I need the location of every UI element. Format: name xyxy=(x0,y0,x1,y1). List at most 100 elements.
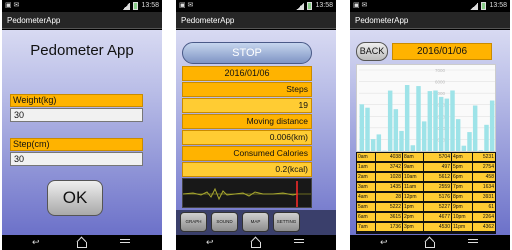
steps-label: Steps xyxy=(182,82,312,97)
steps-value: 19 xyxy=(182,98,312,113)
recent-apps-icon[interactable] xyxy=(468,239,478,246)
distance-label: Moving distance xyxy=(182,114,312,129)
table-hour-cell: 2am xyxy=(357,173,375,181)
clock: 13:58 xyxy=(315,2,333,9)
table-steps-cell: 3742 xyxy=(376,163,402,171)
recent-apps-icon[interactable] xyxy=(294,239,304,246)
table-hour-cell: 9am xyxy=(403,163,423,171)
back-button[interactable]: BACK xyxy=(356,42,388,61)
home-nav-icon[interactable] xyxy=(76,239,87,248)
table-hour-cell: 8am xyxy=(403,153,423,161)
chart-bar xyxy=(359,104,365,151)
home-nav-icon[interactable] xyxy=(424,239,435,248)
app-titlebar: PedometerApp xyxy=(350,12,510,29)
chart-bar xyxy=(450,90,455,151)
hourly-steps-table: 0am 4038 8am 5704 4pm 5231 1am 3742 9am 497 5pm 275… xyxy=(356,152,496,234)
screen-settings: ▣ ✉ 13:58 PedometerApp Pedometer App Wei… xyxy=(2,0,162,250)
calories-label: Consumed Calories xyxy=(182,146,312,161)
home-nav-icon[interactable] xyxy=(250,239,261,248)
chart-bar xyxy=(461,145,467,151)
chart-bar xyxy=(370,139,376,151)
table-hour-cell: 7am xyxy=(357,223,375,231)
table-hour-cell: 5am xyxy=(357,203,375,211)
table-hour-cell: 5pm xyxy=(452,163,472,171)
table-hour-cell: 6am xyxy=(357,213,375,221)
table-hour-cell: 10pm xyxy=(452,213,472,221)
app-titlebar: PedometerApp xyxy=(2,12,162,29)
tab-graph[interactable]: GRAPH xyxy=(180,212,207,232)
chart-bar xyxy=(433,90,438,151)
status-icons: 13:58 xyxy=(296,0,333,12)
chart-bar xyxy=(489,100,495,151)
chart-bar xyxy=(410,145,416,151)
table-hour-cell: 2pm xyxy=(403,213,423,221)
battery-icon xyxy=(307,2,313,10)
table-hour-cell: 7pm xyxy=(452,183,472,191)
stop-button[interactable]: STOP xyxy=(182,42,312,64)
tab-sound[interactable]: SOUND xyxy=(211,212,238,232)
weight-label: Weight(kg) xyxy=(10,94,143,107)
status-bar: ▣ ✉ 13:58 xyxy=(176,0,336,12)
table-steps-cell: 5176 xyxy=(424,193,451,201)
back-nav-icon[interactable]: ↩ xyxy=(32,238,40,247)
table-steps-cell: 5231 xyxy=(473,153,495,161)
chart-bar xyxy=(427,91,433,151)
history-date: 2016/01/06 xyxy=(392,43,492,60)
date-display: 2016/01/06 xyxy=(182,66,312,81)
table-hour-cell: 10am xyxy=(403,173,423,181)
tab-setting[interactable]: SETTING xyxy=(273,212,300,232)
chart-bar xyxy=(365,107,370,151)
chart-bar xyxy=(455,119,461,151)
table-steps-cell: 5222 xyxy=(376,203,402,211)
history-panel: BACK 2016/01/06 700060005000400030002000… xyxy=(350,30,510,235)
tab-bar: GRAPH SOUND MAP SETTING xyxy=(176,210,336,235)
chart-svg: 7000600050004000300020001000 xyxy=(359,68,495,152)
table-hour-cell: 4am xyxy=(357,193,375,201)
table-hour-cell: 11pm xyxy=(452,223,472,231)
notification-icons: ▣ ✉ xyxy=(353,2,368,9)
sensor-waveform xyxy=(182,178,312,208)
table-steps-cell: 4677 xyxy=(424,213,451,221)
clock: 13:58 xyxy=(141,2,159,9)
status-icons: 13:58 xyxy=(470,0,507,12)
nav-bar: ↩ xyxy=(350,235,510,250)
status-bar: ▣ ✉ 13:58 xyxy=(350,0,510,12)
table-hour-cell: 3pm xyxy=(403,223,423,231)
chart-bar xyxy=(393,109,399,151)
table-hour-cell: 1am xyxy=(357,163,375,171)
ok-button[interactable]: OK xyxy=(47,180,103,216)
table-steps-cell: 458 xyxy=(473,173,495,181)
y-tick-label: 6000 xyxy=(435,80,446,85)
screen-history: ▣ ✉ 13:58 PedometerApp BACK 2016/01/06 7… xyxy=(350,0,510,250)
table-steps-cell: 28 xyxy=(376,193,402,201)
chart-bar xyxy=(472,105,478,151)
step-input[interactable]: 30 xyxy=(10,152,143,166)
table-steps-cell: 1028 xyxy=(376,173,402,181)
table-hour-cell: 1pm xyxy=(403,203,423,211)
tab-map[interactable]: MAP xyxy=(242,212,269,232)
chart-bar xyxy=(438,96,444,151)
distance-value: 0.006(km) xyxy=(182,130,312,145)
table-hour-cell: 4pm xyxy=(452,153,472,161)
chart-bar xyxy=(387,90,393,151)
clock: 13:58 xyxy=(489,2,507,9)
step-label: Step(cm) xyxy=(10,138,143,151)
weight-input[interactable]: 30 xyxy=(10,108,143,122)
table-steps-cell: 4362 xyxy=(473,223,495,231)
back-nav-icon[interactable]: ↩ xyxy=(380,238,388,247)
chart-bar xyxy=(484,124,489,151)
recent-apps-icon[interactable] xyxy=(120,239,130,246)
chart-bar xyxy=(478,150,484,151)
table-steps-cell: 2754 xyxy=(473,163,495,171)
chart-bar xyxy=(416,86,421,151)
back-nav-icon[interactable]: ↩ xyxy=(206,238,214,247)
table-hour-cell: 11am xyxy=(403,183,423,191)
table-steps-cell: 2559 xyxy=(424,183,451,191)
table-steps-cell: 3931 xyxy=(473,193,495,201)
table-steps-cell: 4038 xyxy=(376,153,402,161)
table-steps-cell: 5704 xyxy=(424,153,451,161)
table-steps-cell: 5227 xyxy=(424,203,451,211)
nav-bar: ↩ xyxy=(176,235,336,250)
table-steps-cell: 4530 xyxy=(424,223,451,231)
table-steps-cell: 1435 xyxy=(376,183,402,191)
